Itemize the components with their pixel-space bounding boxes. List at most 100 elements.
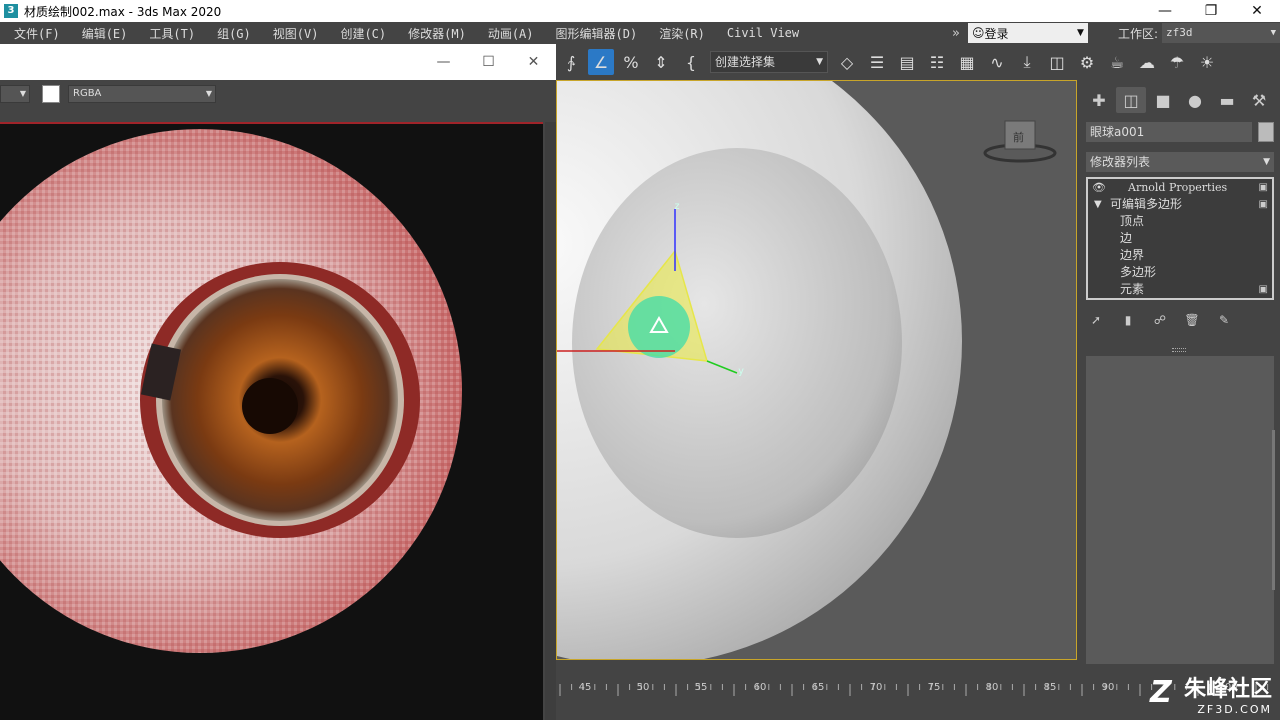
menu-group[interactable]: 组(G) (203, 25, 259, 42)
remove-modifier-icon[interactable]: 🗑 (1182, 313, 1202, 331)
parameters-area (1086, 356, 1274, 710)
subobject-polygon: 多边形 (1120, 265, 1157, 279)
curve-editor-icon[interactable]: ∿ (984, 49, 1010, 75)
timeline-tick-label: 65 (811, 682, 825, 693)
cube-icon: ▣ (1258, 284, 1268, 295)
login-dropdown[interactable]: ☺ 登录 ▼ (967, 23, 1088, 43)
menu-view[interactable]: 视图(V) (259, 25, 327, 42)
make-unique-icon[interactable]: ☍ (1150, 313, 1170, 331)
modify-tab-icon[interactable]: ◫ (1116, 87, 1146, 113)
menu-tools[interactable]: 工具(T) (135, 25, 203, 42)
stack-row-polygon[interactable]: 多边形 (1088, 264, 1272, 281)
command-panel-scrollbar[interactable] (1272, 430, 1275, 590)
rendered-frame-window-icon[interactable]: ☕ (1104, 49, 1130, 75)
mirror-icon[interactable]: ◇ (834, 49, 860, 75)
display-tab-icon[interactable]: ▬ (1212, 87, 1242, 113)
named-selection-set-dropdown[interactable]: 创建选择集 ▼ (710, 51, 828, 73)
align-icon[interactable]: ☰ (864, 49, 890, 75)
snap-toggle-icon[interactable]: ∱ (558, 49, 584, 75)
menu-modifiers[interactable]: 修改器(M) (394, 25, 474, 42)
frame-buffer-window-controls: — ☐ ✕ (421, 44, 556, 80)
cube-icon: ▣ (1258, 182, 1268, 193)
eye-icon[interactable]: 👁 (1092, 179, 1106, 196)
gizmo-z-label: z (674, 201, 680, 212)
menu-overflow-button[interactable]: » (944, 26, 968, 41)
fb-maximize-button[interactable]: ☐ (466, 44, 511, 80)
menu-file[interactable]: 文件(F) (0, 25, 68, 42)
app-root: 3 材质绘制002.max - 3ds Max 2020 — ❐ ✕ 文件(F)… (0, 0, 1280, 720)
gizmo-y-label: y (738, 366, 744, 377)
percent-snap-icon[interactable]: % (618, 49, 644, 75)
timeline[interactable]: 45 50 55 60 65 70 75 80 85 90 100 Z 朱峰社区 ZF3D.COM (556, 664, 1280, 720)
modifier-list-dropdown[interactable]: 修改器列表 ▼ (1086, 152, 1274, 172)
render-setup-icon[interactable]: ⚙ (1074, 49, 1100, 75)
timeline-tick-label: 55 (694, 682, 708, 693)
motion-tab-icon[interactable]: ● (1180, 87, 1210, 113)
close-button[interactable]: ✕ (1234, 0, 1280, 22)
hierarchy-tab-icon[interactable]: ■ (1148, 87, 1178, 113)
pin-stack-icon[interactable]: ➚ (1086, 313, 1106, 331)
frame-buffer-canvas[interactable] (0, 122, 543, 720)
show-end-result-icon[interactable]: ▮ (1118, 313, 1138, 331)
fb-view-dropdown[interactable]: ▼ (0, 85, 30, 103)
fb-scrollbar[interactable] (545, 122, 556, 720)
menu-animation[interactable]: 动画(A) (474, 25, 542, 42)
stack-row-element[interactable]: 元素 ▣ (1088, 281, 1272, 298)
scene-explorer-icon[interactable]: ▤ (894, 49, 920, 75)
object-name-field[interactable]: 眼球a001 (1086, 122, 1252, 142)
frame-buffer-titlebar[interactable]: — ☐ ✕ (0, 44, 556, 80)
render-activeshade-icon[interactable]: ☀ (1194, 49, 1220, 75)
menu-graph-editors[interactable]: 图形编辑器(D) (542, 25, 646, 42)
rendered-eye-image (0, 124, 543, 720)
workspace-dropdown[interactable]: zf3d ▼ (1162, 23, 1280, 43)
chevron-down-icon: ▼ (1077, 28, 1084, 38)
stack-row-vertex[interactable]: 顶点 (1088, 213, 1272, 230)
menu-create[interactable]: 创建(C) (326, 25, 394, 42)
chevron-down-icon: ▼ (19, 89, 26, 98)
viewport-scene: z y 前 (557, 81, 1076, 659)
schematic-view-icon[interactable]: ◫ (1044, 49, 1070, 75)
gizmo-center-handle[interactable] (628, 296, 690, 358)
stack-row-border[interactable]: 边界 (1088, 247, 1272, 264)
restore-button[interactable]: ❐ (1188, 0, 1234, 22)
timeline-tick-label: 70 (869, 682, 883, 693)
render-production-icon[interactable]: ☁ (1134, 49, 1160, 75)
perspective-viewport[interactable]: z y 前 (556, 80, 1077, 660)
menu-bar: 文件(F) 编辑(E) 工具(T) 组(G) 视图(V) 创建(C) 修改器(M… (0, 22, 1280, 44)
stack-row-edge[interactable]: 边 (1088, 230, 1272, 247)
create-tab-icon[interactable]: ✚ (1084, 87, 1114, 113)
watermark-cn: 朱峰社区 (1183, 677, 1272, 702)
menu-rendering[interactable]: 渲染(R) (645, 25, 713, 42)
timeline-tick-label: 90 (1101, 682, 1115, 693)
layer-explorer-icon[interactable]: ☷ (924, 49, 950, 75)
menu-edit[interactable]: 编辑(E) (68, 25, 136, 42)
workspace-label: 工作区: (1117, 26, 1158, 41)
chevron-down-icon: ▼ (1270, 28, 1276, 38)
collapse-triangle-icon[interactable]: ▼ (1094, 196, 1102, 213)
chevron-down-icon: ▼ (816, 57, 823, 67)
menu-civil-view[interactable]: Civil View (713, 26, 807, 40)
fb-channel-dropdown[interactable]: RGBA ▼ (68, 85, 216, 103)
dope-sheet-icon[interactable]: ⤓ (1014, 49, 1040, 75)
fb-close-button[interactable]: ✕ (511, 44, 556, 80)
panel-resize-grip[interactable] (1172, 348, 1186, 352)
spinner-snap-icon[interactable]: ⇕ (648, 49, 674, 75)
object-color-swatch[interactable] (1258, 122, 1274, 142)
ribbon-toggle-icon[interactable]: ▦ (954, 49, 980, 75)
timeline-tick-label: 80 (985, 682, 999, 693)
fb-minimize-button[interactable]: — (421, 44, 466, 80)
edit-named-selection-icon[interactable]: { (678, 49, 704, 75)
chevron-down-icon: ▼ (205, 89, 212, 98)
utilities-tab-icon[interactable]: ⚒ (1244, 87, 1274, 113)
cube-icon: ▣ (1258, 199, 1268, 210)
angle-snap-icon[interactable]: ∠ (588, 49, 614, 75)
stack-row-arnold[interactable]: 👁 Arnold Properties ▣ (1088, 179, 1272, 196)
subobject-edge: 边 (1120, 231, 1133, 245)
timeline-tick-label: 75 (927, 682, 941, 693)
configure-sets-icon[interactable]: ✎ (1214, 313, 1234, 331)
minimize-button[interactable]: — (1142, 0, 1188, 22)
render-cloud-icon[interactable]: ☂ (1164, 49, 1190, 75)
stack-row-editable-poly[interactable]: ▼ 可编辑多边形 ▣ (1088, 196, 1272, 213)
fb-color-swatch[interactable] (42, 85, 60, 103)
subobject-element: 元素 (1120, 282, 1145, 296)
